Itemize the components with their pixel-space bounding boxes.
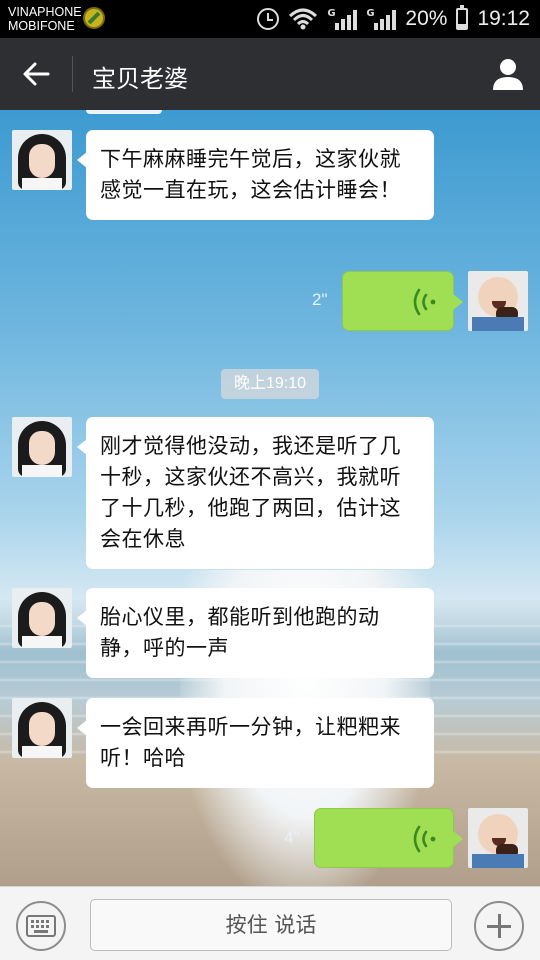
hold-to-talk-button[interactable]: 按住 说话 [90,899,452,951]
keyboard-icon [26,915,56,937]
battery-percent: 20% [405,7,448,30]
message-bubble[interactable]: 胎心仪里，都能听到他跑的动静，呼的一声 [77,588,434,678]
voice-wave-icon [413,825,436,853]
contact-avatar[interactable] [12,130,72,190]
chat-title: 宝贝老婆 [92,65,188,93]
carrier-2: MOBIFONE [8,19,75,33]
battery-icon [456,5,469,30]
partial-bubble [86,110,162,114]
time-separator: 晚上19:10 [221,369,319,399]
voice-duration: 2" [312,290,328,309]
status-icons: G G 20% 19:12 [257,0,530,38]
more-options-button[interactable] [474,901,524,951]
message-bubble[interactable]: 刚才觉得他没动，我还是听了几十秒，这家伙还不高兴，我就听了十几秒，他跑了两回，估… [77,417,434,569]
status-bar: VINAPHONE MOBIFONE G G 20% 19:12 [0,0,540,38]
carrier-1: VINAPHONE [8,5,82,19]
carrier-labels: VINAPHONE MOBIFONE [8,5,82,33]
message-text: 胎心仪里，都能听到他跑的动静，呼的一声 [100,605,380,660]
message-bubble[interactable]: 下午麻麻睡完午觉后，这家伙就感觉一直在玩，这会估计睡会！ [77,130,434,220]
contact-avatar[interactable] [12,698,72,758]
back-button[interactable] [14,56,58,92]
message-text: 一会回来再听一分钟，让粑粑来听！哈哈 [100,715,401,770]
status-clock: 19:12 [477,7,530,30]
voice-duration: 4" [284,828,300,847]
back-arrow-icon [23,62,50,86]
voice-message[interactable] [342,271,463,331]
chat-info-button[interactable] [488,54,528,94]
voice-message[interactable] [314,808,463,868]
signal-icon-1: G [327,8,358,30]
voice-wave-icon [413,288,436,316]
header-divider [72,56,73,92]
chat-area[interactable]: 下午麻麻睡完午觉后，这家伙就感觉一直在玩，这会估计睡会！ 2" 晚上19:10 … [0,110,540,886]
my-avatar[interactable] [468,808,528,868]
alarm-icon [257,8,280,30]
signal-icon-2: G [366,8,397,30]
message-bubble[interactable]: 一会回来再听一分钟，让粑粑来听！哈哈 [77,698,434,788]
network-type-1: G [327,8,336,19]
chat-header: 宝贝老婆 [0,38,540,110]
input-bar: 按住 说话 [0,886,540,960]
person-icon [493,59,523,90]
keyboard-toggle-button[interactable] [16,901,66,951]
wifi-icon [288,8,318,30]
my-avatar[interactable] [468,271,528,331]
network-type-2: G [366,8,375,19]
contact-avatar[interactable] [12,417,72,477]
message-text: 下午麻麻睡完午觉后，这家伙就感觉一直在玩，这会估计睡会！ [100,147,401,202]
sim-icon [83,7,105,29]
contact-avatar[interactable] [12,588,72,648]
message-text: 刚才觉得他没动，我还是听了几十秒，这家伙还不高兴，我就听了十几秒，他跑了两回，估… [100,434,401,551]
